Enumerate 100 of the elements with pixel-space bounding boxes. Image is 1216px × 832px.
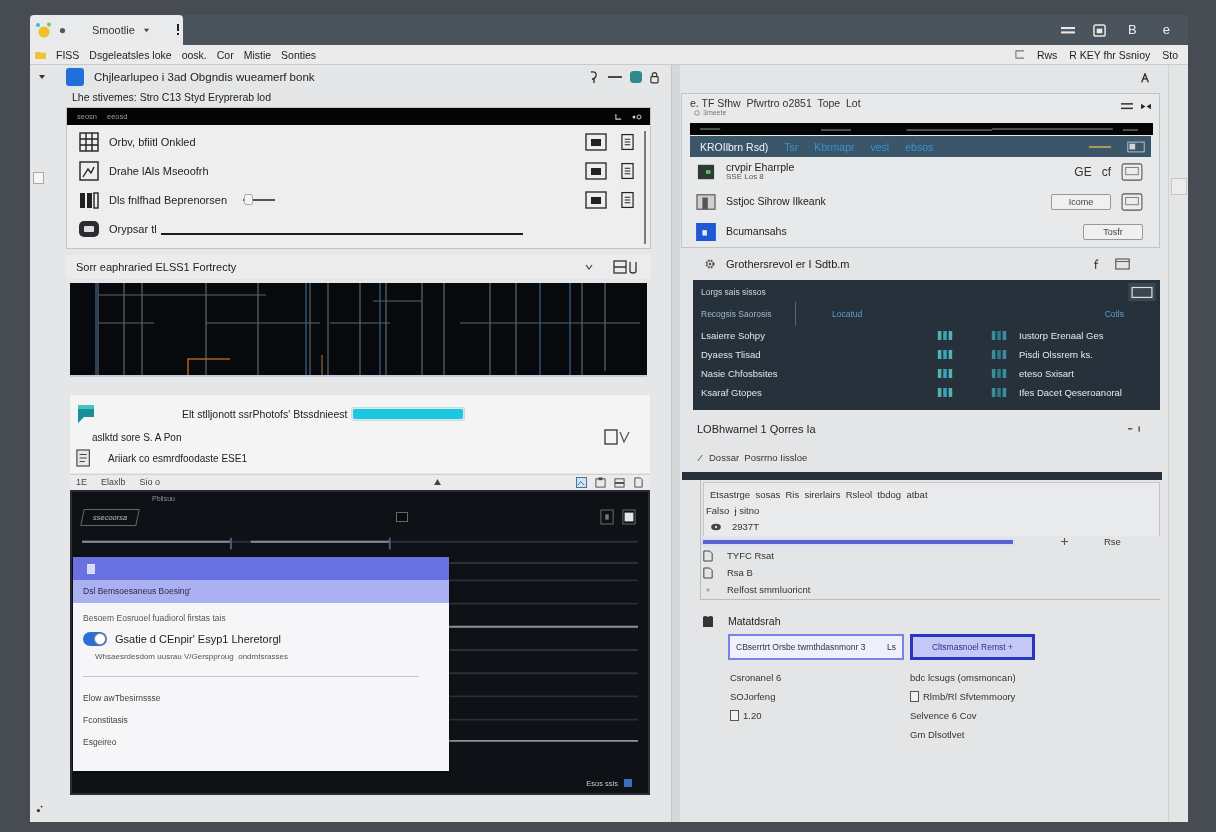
chevron-icon[interactable]	[585, 264, 593, 270]
split-box-icon[interactable]	[613, 260, 639, 274]
dots-icon[interactable]	[632, 113, 642, 120]
menu-item[interactable]: Rws	[1036, 48, 1058, 61]
tab[interactable]: KROIlbrn Rsd)	[700, 140, 769, 153]
status-text: Elaxlb	[101, 477, 126, 487]
checkbox[interactable]	[910, 691, 919, 702]
dash-bar-icon[interactable]	[1128, 426, 1142, 432]
corner-icon[interactable]	[615, 113, 622, 120]
list-icon[interactable]	[621, 132, 634, 151]
option-title: Gsatie d CEnpir' Esyp1 Lheretorgl	[115, 633, 281, 645]
dots-icon	[36, 804, 44, 813]
checkbox[interactable]	[33, 172, 44, 184]
list-item: Csronanel 6	[730, 672, 782, 683]
framed-square-icon[interactable]	[622, 509, 636, 525]
list-item-label[interactable]: Orbv, bfiitl Onkled	[109, 135, 196, 148]
bar-blocks-icon	[991, 369, 1007, 378]
table-icon	[79, 131, 99, 152]
box-icon[interactable]	[600, 509, 614, 525]
window-icon[interactable]	[1128, 283, 1156, 301]
menu-item[interactable]: FISS	[56, 48, 80, 61]
action-button[interactable]: Icome	[1051, 194, 1111, 210]
table-cell-text: Dyaess Tlisad	[701, 349, 762, 360]
action-button[interactable]: Tosfr	[1083, 224, 1143, 240]
table-cell: Pisdi Olssrern ks.	[1019, 349, 1093, 360]
list-item-label[interactable]: Orypsar tl	[109, 222, 157, 235]
arrows-icon[interactable]	[1141, 103, 1151, 110]
menu-item[interactable]: Sto	[1162, 48, 1178, 61]
clipboard-icon[interactable]	[595, 476, 606, 488]
panel-icon[interactable]	[1127, 140, 1145, 153]
slash-icon	[697, 453, 703, 462]
list-item: Selvence 6 Cov	[910, 710, 977, 721]
box-chevron-icon[interactable]	[604, 429, 630, 445]
column-header[interactable]: Locatud	[832, 309, 863, 319]
plus-icon[interactable]	[1061, 538, 1068, 545]
triangle-icon[interactable]	[434, 479, 442, 485]
input-field[interactable]: CBserrtrt Orsbe twmthdasnmonr 3 Ls	[728, 634, 904, 660]
menu-item[interactable]: R KEY fhr Ssnioy	[1069, 48, 1151, 61]
exclamation-icon	[176, 24, 180, 36]
column-header[interactable]: Recogsis Saorosis	[701, 302, 796, 326]
bracket-icon	[1013, 50, 1025, 59]
menu-item[interactable]: Mistie	[243, 48, 272, 61]
lock-icon[interactable]	[650, 70, 659, 84]
action-label[interactable]: cf	[1101, 165, 1111, 179]
function-icon[interactable]	[1094, 259, 1099, 269]
page-icon[interactable]	[633, 476, 644, 488]
bar-blocks-icon	[937, 331, 953, 340]
window-icon[interactable]	[1115, 258, 1130, 270]
dialog-description: Besoem Eosruoel fuadiorol firstas tais	[83, 613, 227, 623]
menu-icon[interactable]	[1121, 103, 1133, 110]
status-text: Sio o	[139, 477, 161, 487]
document-icon	[76, 449, 92, 467]
stack-icon[interactable]	[614, 476, 625, 488]
list-icon[interactable]	[621, 161, 634, 180]
slider-thumb[interactable]	[243, 193, 253, 205]
rounded-square-icon[interactable]	[630, 70, 642, 84]
menu-icon[interactable]	[1061, 25, 1076, 35]
minimize-icon[interactable]	[608, 75, 622, 79]
caret-icon[interactable]	[38, 73, 46, 81]
item-title[interactable]: crvpir Eharrple	[726, 161, 795, 174]
window-frame-icon[interactable]	[1121, 163, 1143, 181]
toolbar-button[interactable]: B	[1124, 22, 1141, 38]
menu-option[interactable]: Elow awTbesirnssse	[83, 693, 439, 703]
frame-icon[interactable]	[585, 161, 607, 180]
list-icon[interactable]	[621, 190, 634, 209]
checkbox[interactable]	[730, 710, 739, 721]
action-label[interactable]: GE	[1074, 165, 1092, 179]
list-item-label[interactable]: Drahe lAls Mseoofrh	[109, 164, 209, 177]
menu-item[interactable]: Sonties	[281, 48, 317, 61]
item-title[interactable]: Sstjoc Sihrow Ilkeank	[726, 196, 826, 208]
question-mark-icon[interactable]	[588, 70, 600, 84]
window-tab[interactable]: Smootlie	[30, 15, 183, 45]
list-item: SOJorfeng	[730, 691, 776, 702]
item-title[interactable]: Bcumansahs	[726, 226, 787, 238]
scrollbar-thumb[interactable]	[1170, 178, 1187, 195]
table-cell: Iustorp Erenaal Ges	[1019, 330, 1104, 341]
circle-icon	[694, 109, 700, 116]
submit-button[interactable]: Cltsmasnoel Remst +	[910, 634, 1035, 660]
column-header[interactable]: Cotls	[1104, 309, 1124, 319]
list-item-label[interactable]: Dls fnlfhad Beprenorsen	[109, 193, 227, 206]
menu-option[interactable]: Esgeireo	[83, 737, 439, 747]
caret-icon	[143, 26, 150, 34]
toolbar-button[interactable]: e	[1158, 22, 1174, 38]
summary-item: TYFC Rsat	[727, 550, 774, 561]
settings-icon[interactable]	[704, 258, 716, 270]
summary-item: Rsa B	[727, 567, 753, 578]
menu-item[interactable]: Dsgeleatsles loke	[89, 48, 172, 61]
frame-icon[interactable]	[585, 190, 607, 209]
window-frame-icon[interactable]	[1121, 193, 1143, 211]
menu-item[interactable]: oosk.	[181, 48, 207, 61]
option-description: Whsaesrdesdom uusrau V/Gerspproug ondmtsrasses	[95, 652, 289, 661]
table-cell-text: Lsaierre Sohpy	[701, 330, 766, 341]
scrollbar[interactable]	[644, 131, 646, 244]
eye-icon	[710, 522, 722, 531]
menu-item[interactable]: Cor	[216, 48, 234, 61]
toggle-switch[interactable]	[83, 632, 107, 646]
image-icon[interactable]	[576, 476, 587, 488]
menu-option[interactable]: Fconstitasis	[83, 715, 439, 725]
summary-code: 2937T	[732, 521, 759, 532]
frame-icon[interactable]	[585, 132, 607, 151]
